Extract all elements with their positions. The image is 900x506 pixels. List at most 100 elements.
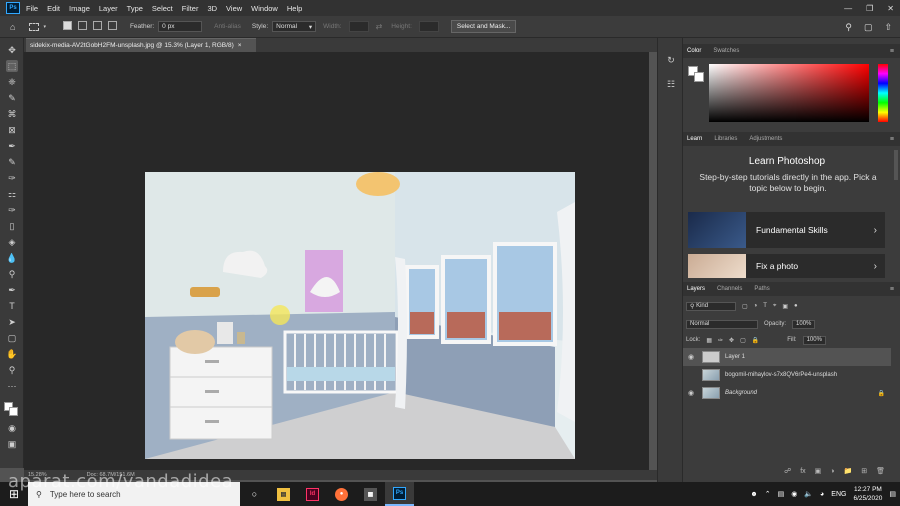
zoom-tool-icon[interactable]: ⚲ — [6, 364, 18, 376]
lock-transparent-icon[interactable]: ▦ — [706, 337, 712, 344]
tab-layers[interactable]: Layers — [687, 286, 705, 292]
people-icon[interactable]: ☻ — [750, 491, 757, 498]
calculator-icon[interactable]: ▦ — [356, 482, 385, 506]
filter-adjustment-icon[interactable]: ◑ — [754, 303, 758, 309]
lock-all-icon[interactable]: 🔒 — [752, 337, 759, 344]
tab-paths[interactable]: Paths — [754, 286, 769, 292]
crop-tool-icon[interactable]: ⌘ — [6, 108, 18, 120]
learn-card-fundamental-skills[interactable]: Fundamental Skills › — [688, 212, 885, 248]
task-view-icon[interactable]: ○ — [240, 482, 269, 506]
adjustment-layer-icon[interactable]: ◑ — [830, 468, 834, 475]
wifi-icon[interactable]: ◕ — [820, 491, 824, 498]
screen-mode-icon[interactable]: ▣ — [6, 438, 18, 450]
menu-filter[interactable]: Filter — [182, 4, 199, 13]
tab-libraries[interactable]: Libraries — [714, 136, 737, 142]
swap-icon[interactable]: ⇄ — [376, 22, 383, 31]
lasso-tool-icon[interactable]: ❈ — [6, 76, 18, 88]
menu-file[interactable]: File — [26, 4, 38, 13]
tab-learn[interactable]: Learn — [687, 136, 702, 142]
width-input[interactable] — [348, 21, 369, 32]
opacity-input[interactable]: 100% — [792, 319, 816, 329]
dodge-tool-icon[interactable]: ⚲ — [6, 268, 18, 280]
fill-input[interactable]: 100% — [802, 335, 826, 345]
quick-selection-tool-icon[interactable]: ✎ — [6, 92, 18, 104]
menu-help[interactable]: Help — [287, 4, 302, 13]
blur-tool-icon[interactable]: 💧 — [6, 252, 18, 264]
show-hidden-icons-chevron-icon[interactable]: ⌃ — [765, 490, 771, 498]
lock-position-icon[interactable]: ✥ — [729, 337, 734, 344]
restore-icon[interactable]: ❐ — [866, 4, 873, 13]
search-icon[interactable]: ⚲ — [845, 22, 852, 33]
history-brush-tool-icon[interactable]: ✑ — [6, 204, 18, 216]
menu-layer[interactable]: Layer — [99, 4, 118, 13]
menu-window[interactable]: Window — [251, 4, 278, 13]
color-picker-field[interactable] — [709, 64, 869, 122]
network-icon[interactable]: ▤ — [778, 490, 785, 498]
layer-row-bogomil[interactable]: bogomil-mihaylov-s7x8QV6rPe4-unsplash — [683, 366, 891, 384]
panel-menu-icon[interactable]: ≡ — [890, 48, 894, 55]
firefox-icon[interactable]: ● — [327, 482, 356, 506]
menu-type[interactable]: Type — [127, 4, 143, 13]
delete-layer-icon[interactable]: 🗑 — [876, 467, 885, 475]
new-group-icon[interactable]: 📁 — [844, 467, 853, 475]
file-explorer-icon[interactable]: ▤ — [269, 482, 298, 506]
hue-slider[interactable] — [878, 64, 888, 122]
link-layers-icon[interactable]: ☍ — [784, 467, 791, 475]
lock-artboard-icon[interactable]: ▢ — [740, 337, 746, 344]
notifications-icon[interactable]: ▤ — [889, 490, 896, 498]
eraser-tool-icon[interactable]: ▯ — [6, 220, 18, 232]
share-icon[interactable]: ⇧ — [884, 22, 892, 33]
properties-panel-icon[interactable]: ☷ — [665, 78, 677, 90]
layer-name[interactable]: bogomil-mihaylov-s7x8QV6rPe4-unsplash — [725, 372, 837, 378]
menu-image[interactable]: Image — [69, 4, 90, 13]
healing-brush-tool-icon[interactable]: ✎ — [6, 156, 18, 168]
document-image[interactable] — [145, 172, 575, 459]
lock-image-icon[interactable]: ✑ — [718, 337, 723, 344]
pen-tool-icon[interactable]: ✒ — [6, 284, 18, 296]
layer-kind-filter[interactable]: ⚲ Kind — [686, 301, 736, 311]
intersect-selection-icon[interactable] — [107, 21, 117, 30]
feather-input[interactable]: 0 px — [158, 21, 203, 32]
rectangle-tool-icon[interactable]: ▢ — [6, 332, 18, 344]
add-mask-icon[interactable]: ▣ — [815, 467, 822, 475]
globe-icon[interactable]: ◉ — [791, 490, 797, 498]
add-selection-icon[interactable] — [77, 21, 87, 30]
filter-smart-object-icon[interactable]: ▣ — [782, 303, 788, 310]
learn-card-fix-photo[interactable]: Fix a photo › — [688, 254, 885, 278]
eye-hidden-icon[interactable] — [683, 372, 699, 379]
volume-icon[interactable]: 🔈 — [804, 490, 813, 498]
style-select[interactable]: Normal ▾ — [272, 21, 317, 32]
indesign-icon[interactable]: Id — [298, 482, 327, 506]
antialias-checkbox[interactable]: Anti-alias — [214, 23, 241, 30]
frame-tool-icon[interactable]: ⊠ — [6, 124, 18, 136]
panel-menu-icon[interactable]: ≡ — [890, 136, 894, 143]
tab-swatches[interactable]: Swatches — [713, 48, 739, 54]
eye-icon[interactable]: ◉ — [683, 389, 699, 397]
menu-select[interactable]: Select — [152, 4, 173, 13]
minimize-icon[interactable]: — — [844, 4, 852, 13]
learn-scrollbar[interactable] — [894, 150, 898, 180]
tab-adjustments[interactable]: Adjustments — [749, 136, 782, 142]
type-tool-icon[interactable]: T — [6, 300, 18, 312]
layer-style-icon[interactable]: fx — [800, 468, 805, 475]
clone-stamp-tool-icon[interactable]: ⚏ — [6, 188, 18, 200]
tab-channels[interactable]: Channels — [717, 286, 742, 292]
paint-bucket-tool-icon[interactable]: ◈ — [6, 236, 18, 248]
taskbar-clock[interactable]: 12:27 PM 6/25/2020 — [853, 485, 882, 503]
path-selection-tool-icon[interactable]: ➤ — [6, 316, 18, 328]
layer-name[interactable]: Layer 1 — [725, 354, 745, 360]
menu-edit[interactable]: Edit — [47, 4, 60, 13]
eye-icon[interactable]: ◉ — [683, 353, 699, 361]
eyedropper-tool-icon[interactable]: ✒ — [6, 140, 18, 152]
layer-row-background[interactable]: ◉ Background 🔒 — [683, 384, 891, 402]
background-color-swatch[interactable] — [9, 407, 18, 416]
language-indicator[interactable]: ENG — [831, 491, 846, 498]
background-swatch[interactable] — [694, 72, 704, 82]
layer-name[interactable]: Background — [725, 390, 878, 396]
panel-menu-icon[interactable]: ≡ — [890, 286, 894, 293]
home-icon[interactable]: ⌂ — [10, 22, 15, 32]
select-and-mask-button[interactable]: Select and Mask... — [450, 20, 517, 33]
filter-toggle-icon[interactable]: ● — [794, 303, 798, 309]
document-tab[interactable]: sidekix-media-AV2tGobH2FM-unsplash.jpg @… — [26, 38, 256, 52]
workspace-icon[interactable]: ▢ — [864, 22, 873, 33]
